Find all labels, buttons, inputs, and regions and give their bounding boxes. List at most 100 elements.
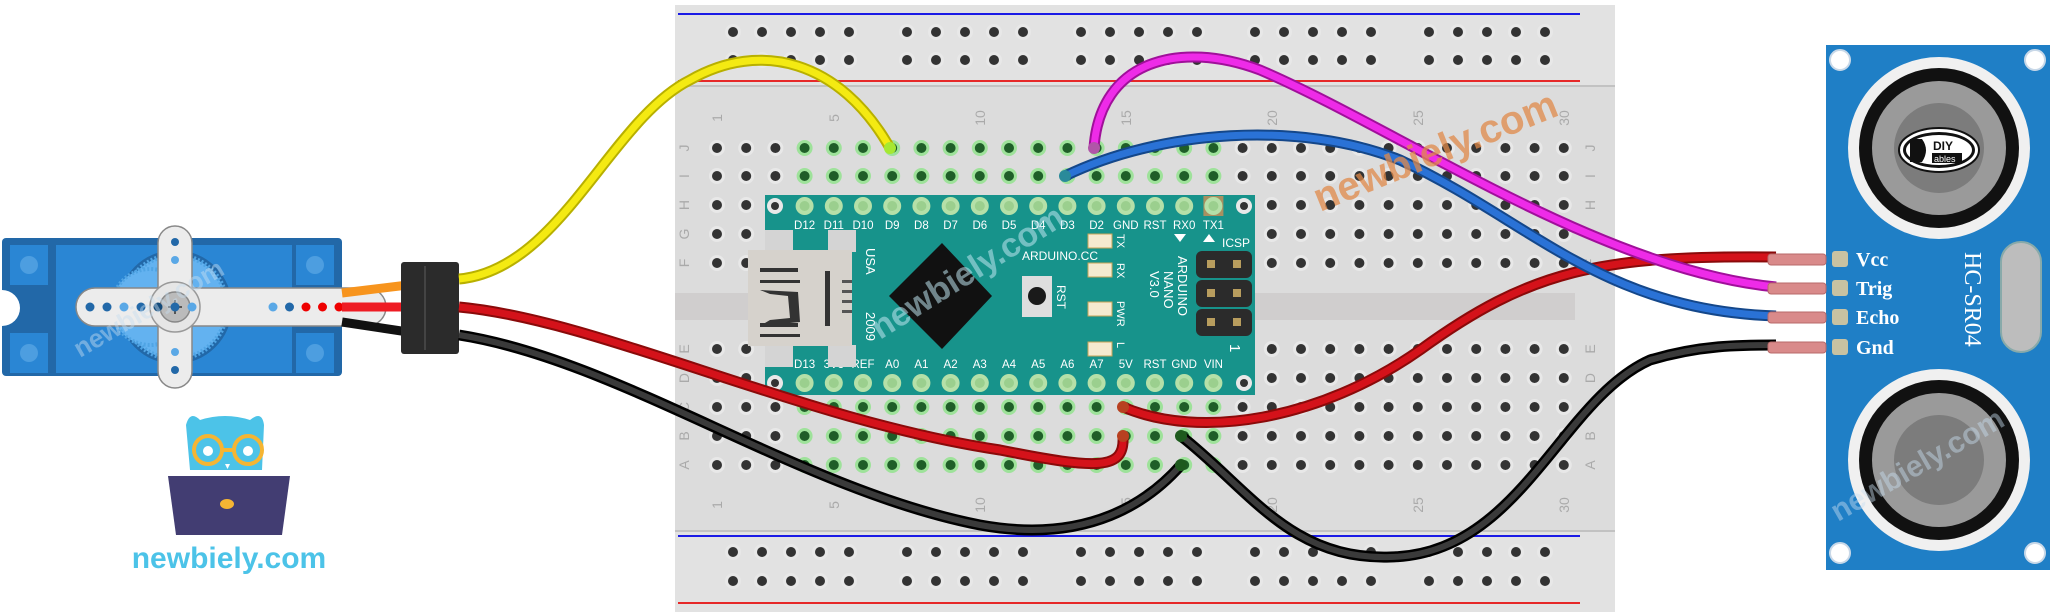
rail-hole-center (1250, 27, 1260, 37)
sensor-pin-pad[interactable] (1832, 309, 1848, 325)
rail-hole-center (902, 27, 912, 37)
rail-hole-center (815, 576, 825, 586)
breadboard-hole-center (1266, 143, 1277, 153)
breadboard-hole-center (1529, 258, 1540, 268)
rail-hole-center (1366, 576, 1376, 586)
rail-hole-center (1134, 576, 1144, 586)
rail-hole-center (844, 27, 854, 37)
wire-end (1088, 142, 1100, 154)
row-letter: A (1582, 460, 1598, 470)
rail-hole-center (1308, 55, 1318, 65)
sensor-pin-pad[interactable] (1832, 280, 1848, 296)
sensor-model-label: HC-SR04 (1959, 252, 1985, 347)
rail-hole-center (757, 27, 767, 37)
breadboard-hole-center (1471, 373, 1482, 383)
icsp-pin1-label: 1 (1226, 344, 1243, 352)
breadboard-hole-center (770, 171, 781, 181)
row-letter: F (676, 259, 692, 268)
rail-hole-center (844, 55, 854, 65)
rail-hole-center (1540, 55, 1550, 65)
rail-hole-center (1076, 547, 1086, 557)
rail-hole-center (728, 27, 738, 37)
breadboard-hole-center (799, 143, 810, 153)
logo-text-diy: DIY (1933, 139, 1953, 153)
sensor-pin-pad[interactable] (1832, 251, 1848, 267)
breadboard-hole-center (1237, 171, 1248, 181)
column-number: 30 (1556, 497, 1572, 513)
breadboard-hole-center (1004, 402, 1014, 412)
breadboard-hole-center (1296, 143, 1306, 153)
breadboard-hole-center (1383, 229, 1394, 239)
breadboard-hole-center (1354, 402, 1365, 412)
row-letter: B (1582, 431, 1598, 440)
breadboard-hole-center (974, 460, 985, 470)
breadboard-hole-center (1004, 171, 1014, 181)
breadboard-hole-center (1412, 431, 1423, 441)
sensor-header-pin (1767, 341, 1827, 354)
breadboard-hole-center (1354, 258, 1365, 268)
breadboard-hole-center (712, 143, 722, 153)
crystal-oscillator (2000, 241, 2042, 353)
breadboard-hole-center (1558, 344, 1569, 354)
breadboard-hole-center (1500, 460, 1511, 470)
breadboard-hole-center (1442, 431, 1452, 441)
breadboard-hole-center (1296, 229, 1306, 239)
rail-hole-center (1076, 576, 1086, 586)
pin-label: A5 (1031, 359, 1045, 371)
breadboard-hole-center (1120, 171, 1131, 181)
rail-hole-center (1105, 576, 1115, 586)
reset-button-cap[interactable] (1028, 287, 1046, 305)
breadboard-hole-center (1354, 460, 1365, 470)
breadboard-hole-center (974, 402, 985, 412)
rail-hole-center (989, 55, 999, 65)
rail-hole-center (815, 27, 825, 37)
rail-hole-center (1482, 547, 1492, 557)
breadboard-hole-center (712, 171, 722, 181)
rail-hole-center (1192, 576, 1202, 586)
rail-hole-center (1540, 576, 1550, 586)
rail-hole-center (1134, 547, 1144, 557)
breadboard-hole-center (1325, 431, 1336, 441)
board-name-line2: NANO (1161, 271, 1176, 309)
breadboard-hole-center (974, 431, 985, 441)
breadboard-hole-center (1179, 171, 1190, 181)
breadboard-hole-center (1500, 431, 1511, 441)
breadboard-hole-center (1296, 460, 1306, 470)
rail-hole-center (1308, 576, 1318, 586)
breadboard-hole-center (1558, 229, 1569, 239)
rail-hole-center (815, 547, 825, 557)
breadboard-hole-center (712, 344, 722, 354)
rail-hole-center (786, 27, 796, 37)
rail-hole-center (931, 576, 941, 586)
breadboard-hole-center (1296, 171, 1306, 181)
rail-hole-center (902, 547, 912, 557)
rail-hole-center (1250, 547, 1260, 557)
rail-hole-center (1308, 27, 1318, 37)
rail-hole-center (1453, 27, 1463, 37)
breadboard-hole-center (974, 143, 985, 153)
rail-hole-center (1453, 576, 1463, 586)
rail-hole-center (1511, 547, 1521, 557)
breadboard-hole-center (741, 200, 752, 210)
row-letter: H (1582, 200, 1598, 210)
sensor-pin-label: Gnd (1856, 337, 1894, 359)
rail-hole-center (844, 547, 854, 557)
sensor-pin-pad[interactable] (1832, 339, 1848, 355)
row-letter: B (676, 431, 692, 440)
breadboard-hole-center (770, 143, 781, 153)
row-letter: H (676, 200, 692, 210)
breadboard-hole-center (1266, 171, 1277, 181)
breadboard-hole-center (1062, 402, 1073, 412)
sensor-header-pin (1767, 253, 1827, 266)
rail-hole-center (960, 27, 970, 37)
rail-hole-center (1134, 27, 1144, 37)
breadboard-hole-center (1442, 258, 1452, 268)
pin-label: D7 (943, 220, 958, 232)
breadboard-hole-center (1266, 200, 1277, 210)
breadboard-hole-center (1558, 143, 1569, 153)
breadboard-hole-center (1412, 402, 1423, 412)
rail-hole-center (902, 55, 912, 65)
bottom-power-rail (675, 532, 1615, 612)
rail-hole-center (1482, 27, 1492, 37)
breadboard-hole-center (916, 171, 927, 181)
